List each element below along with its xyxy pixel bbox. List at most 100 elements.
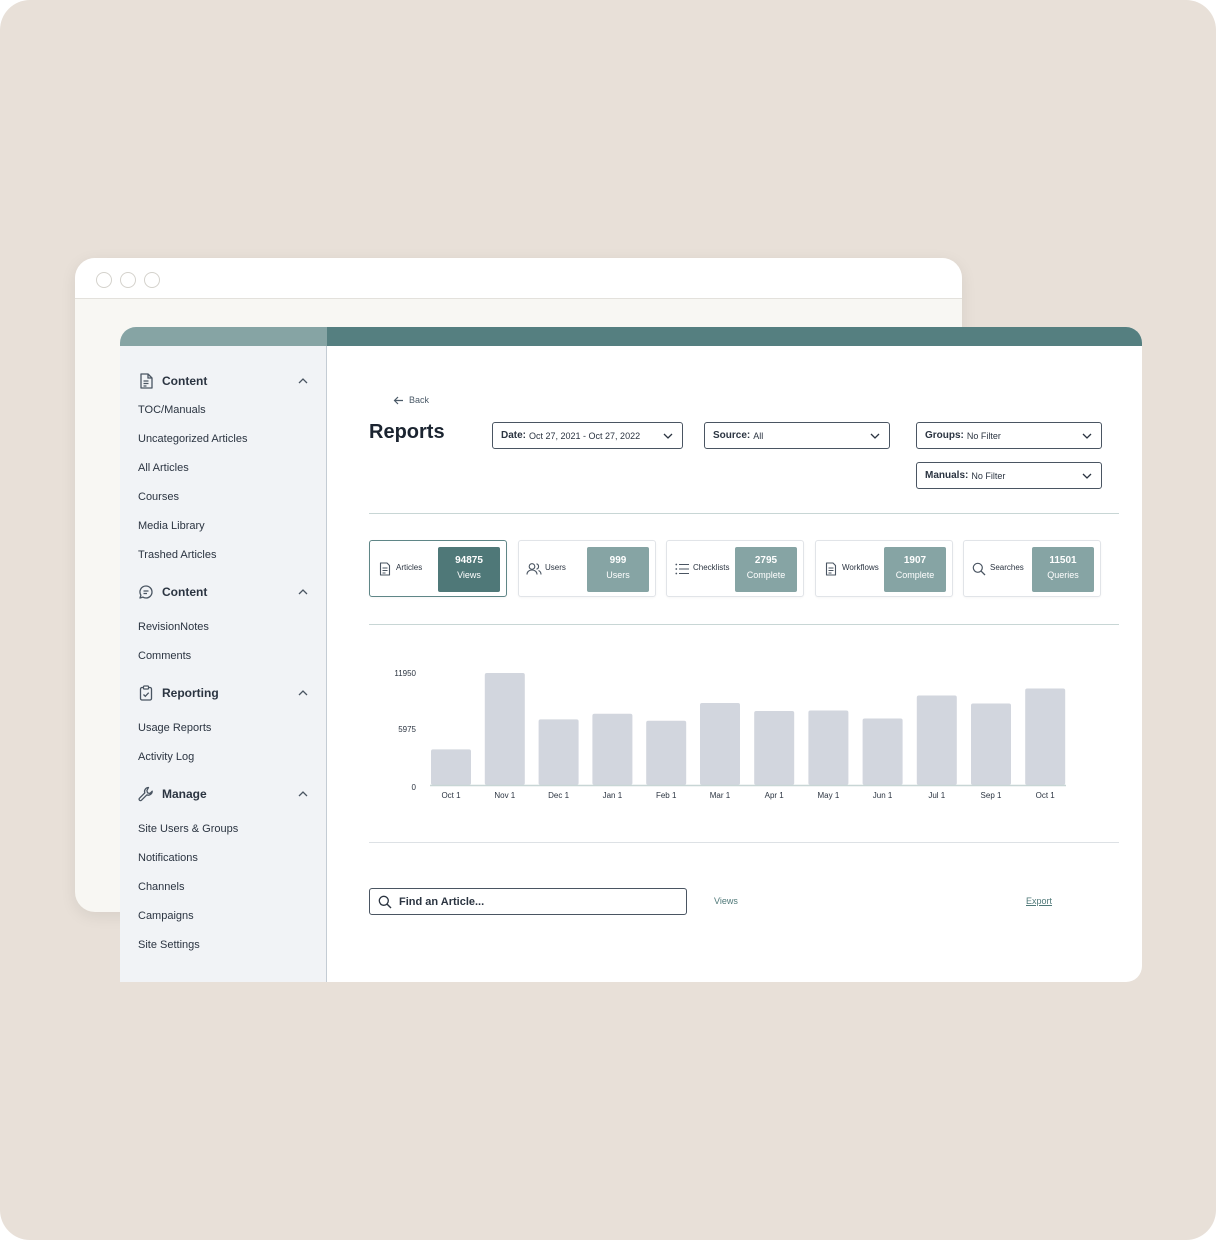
- search-icon: [971, 561, 987, 577]
- chart-bar[interactable]: [484, 673, 525, 785]
- sidebar-item-media-library[interactable]: Media Library: [138, 520, 205, 532]
- manuals-filter-label: Manuals:: [925, 470, 969, 481]
- sidebar-item-channels[interactable]: Channels: [138, 881, 184, 893]
- arrow-left-icon: [393, 396, 403, 404]
- stat-unit: Complete: [746, 570, 786, 580]
- stat-card-users[interactable]: Users 999 Users: [518, 540, 656, 597]
- sidebar-item-notifications[interactable]: Notifications: [138, 852, 198, 864]
- chevron-up-icon[interactable]: [296, 374, 310, 388]
- page-title: Reports: [369, 421, 445, 443]
- export-link[interactable]: Export: [1026, 896, 1052, 906]
- article-search-box[interactable]: [369, 888, 687, 915]
- divider: [369, 842, 1119, 843]
- chart-bar[interactable]: [862, 718, 903, 786]
- stat-value-box: 2795 Complete: [735, 547, 797, 592]
- sidebar-item-site-users-groups[interactable]: Site Users & Groups: [138, 823, 238, 835]
- sidebar-item-trashed-articles[interactable]: Trashed Articles: [138, 549, 216, 561]
- manuals-filter-dropdown[interactable]: Manuals: No Filter: [916, 462, 1102, 489]
- views-link[interactable]: Views: [714, 896, 738, 906]
- stat-value: 999: [609, 555, 627, 566]
- stat-value: 1907: [903, 555, 927, 566]
- chevron-down-icon: [662, 430, 674, 442]
- chart-bar[interactable]: [808, 710, 849, 786]
- x-tick-label: Apr 1: [765, 791, 785, 800]
- document-icon: [823, 561, 839, 577]
- sidebar-item-activity-log[interactable]: Activity Log: [138, 751, 194, 763]
- sidebar-item-all-articles[interactable]: All Articles: [138, 462, 189, 474]
- stat-label: Searches: [990, 563, 1024, 572]
- chevron-up-icon[interactable]: [296, 686, 310, 700]
- back-link[interactable]: Back: [393, 395, 429, 405]
- chart-bar[interactable]: [538, 719, 579, 785]
- wrench-icon: [138, 786, 154, 802]
- stat-card-searches[interactable]: Searches 11501 Queries: [963, 540, 1101, 597]
- window-control-dot[interactable]: [144, 272, 160, 288]
- groups-filter-dropdown[interactable]: Groups: No Filter: [916, 422, 1102, 449]
- y-tick-label: 5975: [398, 725, 416, 734]
- stat-value-box: 94875 Views: [438, 547, 500, 592]
- sidebar-section-reporting[interactable]: Reporting: [138, 683, 310, 703]
- stat-card-workflows[interactable]: Workflows 1907 Complete: [815, 540, 953, 597]
- groups-filter-label: Groups:: [925, 430, 964, 441]
- chat-bubble-icon: [138, 584, 154, 600]
- stat-label: Users: [545, 563, 566, 572]
- source-filter-dropdown[interactable]: Source: All: [704, 422, 890, 449]
- chart-bar[interactable]: [916, 695, 957, 786]
- groups-filter-value: No Filter: [966, 430, 1001, 441]
- chart-bar[interactable]: [431, 749, 471, 785]
- chart-bar[interactable]: [1025, 688, 1066, 786]
- stat-label: Checklists: [693, 563, 730, 572]
- chart-bar[interactable]: [971, 703, 1011, 786]
- x-tick-label: Jan 1: [603, 791, 623, 800]
- sidebar-section-label: Manage: [162, 787, 207, 801]
- chevron-up-icon[interactable]: [296, 787, 310, 801]
- sidebar-item-comments[interactable]: Comments: [138, 650, 191, 662]
- sidebar-item-usage-reports[interactable]: Usage Reports: [138, 722, 211, 734]
- document-icon: [138, 373, 154, 389]
- sidebar-section-label: Content: [162, 374, 208, 388]
- chart-bar[interactable]: [646, 720, 687, 785]
- x-tick-label: Oct 1: [441, 791, 461, 800]
- stat-value-box: 1907 Complete: [884, 547, 946, 592]
- date-filter-dropdown[interactable]: Date: Oct 27, 2021 - Oct 27, 2022: [492, 422, 683, 449]
- chevron-down-icon: [869, 430, 881, 442]
- divider: [369, 513, 1119, 514]
- sidebar-item-site-settings[interactable]: Site Settings: [138, 939, 200, 951]
- window-control-dot[interactable]: [120, 272, 136, 288]
- stat-card-checklists[interactable]: Checklists 2795 Complete: [666, 540, 804, 597]
- chevron-up-icon[interactable]: [296, 585, 310, 599]
- y-tick-label: 11950: [394, 669, 416, 678]
- stat-value-box: 999 Users: [587, 547, 649, 592]
- stat-label: Articles: [396, 563, 423, 572]
- x-tick-label: Sep 1: [981, 791, 1002, 800]
- window-control-dot[interactable]: [96, 272, 112, 288]
- chart-bar[interactable]: [592, 713, 633, 785]
- sidebar-section-content[interactable]: Content: [138, 371, 310, 391]
- article-search-input[interactable]: [399, 895, 678, 908]
- main-content: Back Reports Date: Oct 27, 2021 - Oct 27…: [327, 346, 1142, 982]
- stat-unit: Users: [606, 570, 630, 580]
- divider: [369, 624, 1119, 625]
- stat-unit: Views: [457, 570, 481, 580]
- sidebar-section-content-2[interactable]: Content: [138, 582, 310, 602]
- stat-unit: Queries: [1047, 570, 1079, 580]
- sidebar-section-label: Reporting: [162, 686, 219, 700]
- manuals-filter-value: No Filter: [971, 470, 1006, 481]
- browser-titlebar: [75, 258, 962, 299]
- chart-bar[interactable]: [754, 711, 795, 785]
- sidebar-item-courses[interactable]: Courses: [138, 491, 179, 503]
- stat-card-articles[interactable]: Articles 94875 Views: [369, 540, 507, 597]
- stat-value: 11501: [1049, 555, 1077, 566]
- sidebar-item-toc-manuals[interactable]: TOC/Manuals: [138, 404, 206, 416]
- sidebar-section-manage[interactable]: Manage: [138, 784, 310, 804]
- x-tick-label: Oct 1: [1036, 791, 1056, 800]
- x-tick-label: Jun 1: [873, 791, 893, 800]
- sidebar-item-uncategorized-articles[interactable]: Uncategorized Articles: [138, 433, 247, 445]
- stat-value: 94875: [455, 555, 483, 566]
- chevron-down-icon: [1081, 470, 1093, 482]
- sidebar-item-campaigns[interactable]: Campaigns: [138, 910, 194, 922]
- chart-bar[interactable]: [700, 703, 740, 785]
- sidebar-topbar: [120, 327, 327, 346]
- sidebar-item-revision-notes[interactable]: RevisionNotes: [138, 621, 209, 633]
- main-topbar: [327, 327, 1142, 346]
